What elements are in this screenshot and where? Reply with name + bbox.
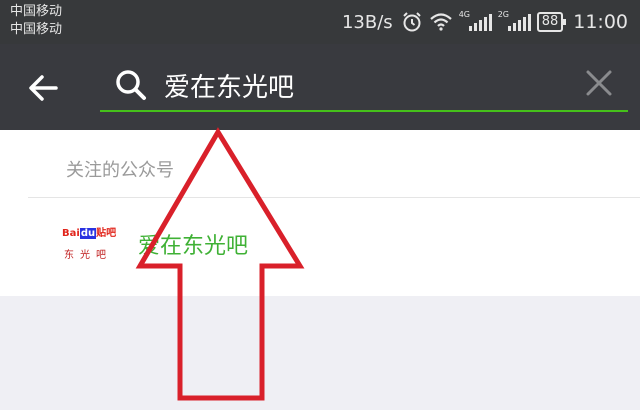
alarm-icon: [402, 12, 421, 32]
search-input[interactable]: [162, 64, 566, 106]
carrier-info: 中国移动 中国移动: [10, 3, 62, 39]
signal-sim1-icon: 4G: [458, 10, 492, 31]
search-results: 关注的公众号 Baidu贴吧 东光吧 爱在东光吧: [0, 130, 640, 296]
battery-icon: 88: [536, 12, 566, 32]
network-speed: 13B/s: [341, 11, 393, 33]
baidu-tieba-logo: Baidu贴吧: [62, 228, 120, 240]
battery-level: 88: [541, 14, 559, 29]
logo-subtitle: 东光吧: [64, 250, 112, 261]
section-title-followed-accounts: 关注的公众号: [66, 160, 174, 181]
logo-text-du: du: [79, 228, 97, 239]
account-avatar: Baidu贴吧 东光吧: [62, 228, 120, 272]
sim1-network-label: 4G: [458, 10, 470, 19]
back-arrow-icon: [29, 75, 58, 101]
status-indicators: 13B/s 4G 2G 88 11:00: [342, 0, 628, 44]
search-icon: [116, 70, 146, 100]
search-header: [0, 44, 640, 130]
carrier-2-label: 中国移动: [10, 22, 63, 37]
back-button[interactable]: [22, 66, 66, 110]
result-item-account[interactable]: Baidu贴吧 东光吧 爱在东光吧: [0, 198, 640, 294]
clear-search-button[interactable]: [584, 68, 614, 98]
wifi-icon: [429, 13, 452, 31]
logo-text-bai: Bai: [62, 228, 80, 239]
clock: 11:00: [573, 11, 628, 33]
close-icon: [586, 70, 612, 96]
status-bar: 中国移动 中国移动 13B/s 4G 2G 88 11:00: [0, 0, 640, 44]
signal-sim2-icon: 2G: [497, 10, 531, 31]
search-bar[interactable]: [100, 58, 628, 112]
sim2-network-label: 2G: [497, 10, 509, 19]
account-name: 爱在东光吧: [138, 234, 249, 259]
logo-text-tieba: 贴吧: [96, 228, 117, 239]
carrier-1-label: 中国移动: [10, 4, 63, 19]
